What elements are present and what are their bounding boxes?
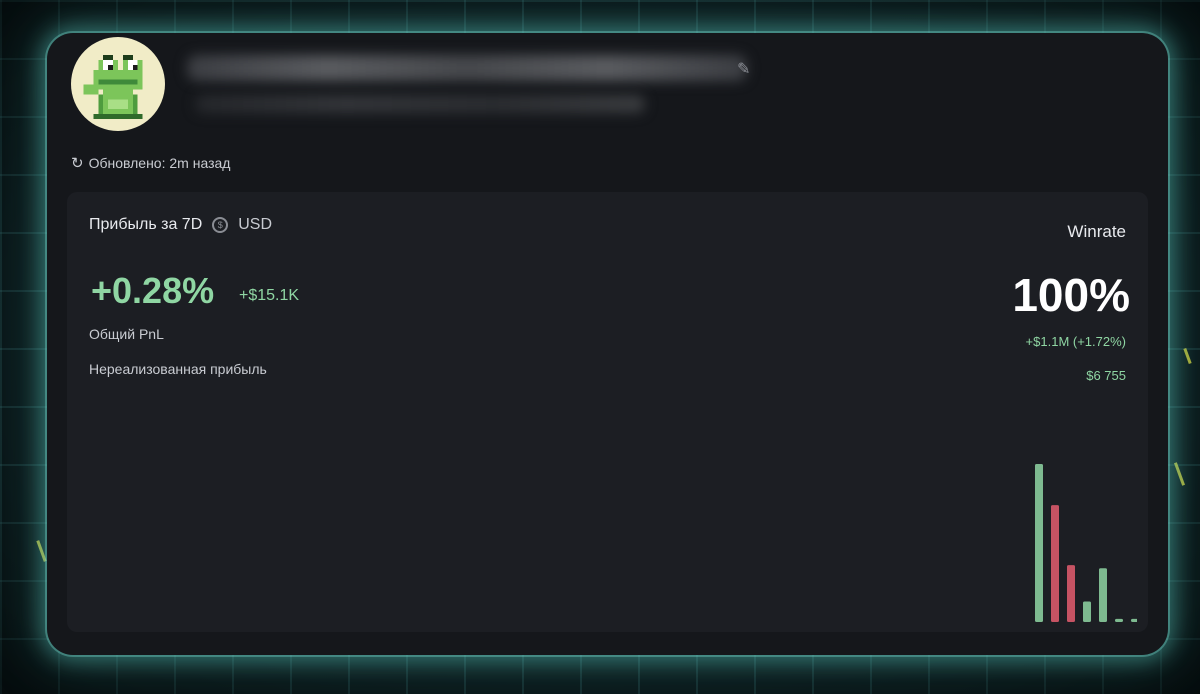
distribution-bar: [1115, 618, 1123, 622]
avatar[interactable]: [71, 37, 165, 131]
distribution-bar: [1067, 565, 1075, 622]
blurred-username: [187, 55, 747, 81]
winrate-unrealized: $6 755: [1086, 368, 1126, 383]
distribution-bar: [1035, 464, 1043, 622]
distribution-bar: [1051, 505, 1059, 622]
pnl-title-row: Прибыль за 7D $ USD: [89, 216, 272, 234]
pencil-icon[interactable]: ✎: [737, 59, 750, 79]
decorative-sparkle: [36, 540, 47, 562]
distribution-bar: [1131, 618, 1137, 622]
pixel-frog-icon: [83, 55, 143, 119]
pnl-title: Прибыль за 7D: [89, 216, 203, 233]
decorative-sparkle: [1183, 347, 1192, 365]
decorative-sparkle: [1173, 462, 1186, 486]
winrate-value: 100%: [1012, 269, 1130, 321]
unrealized-label: Нереализованная прибыль: [89, 361, 267, 377]
coin-icon[interactable]: $: [212, 217, 229, 233]
updated-text: Обновлено: 2m назад: [88, 155, 231, 171]
total-pnl-label: Общий PnL: [89, 326, 164, 342]
distribution-bar: [1099, 568, 1107, 622]
pnl-distribution-chart: [1035, 464, 1137, 622]
last-updated: ↻ Обновлено: 2m назад: [71, 154, 230, 172]
distribution-bar: [1083, 601, 1091, 622]
pnl-amount: +$15.1K: [239, 287, 300, 304]
pnl-percent: +0.28%: [91, 270, 215, 311]
winrate-label: Winrate: [1067, 222, 1126, 241]
currency-label[interactable]: USD: [238, 216, 272, 234]
winrate-total-pnl: +$1.1M (+1.72%): [1025, 334, 1126, 349]
profile-card: ✎ ↻ Обновлено: 2m назад Прибыль за 7D $ …: [47, 33, 1168, 655]
pnl-panel: Прибыль за 7D $ USD +0.28% +$15.1K Общий…: [67, 192, 1148, 632]
blurred-wallet-address: [195, 95, 645, 113]
refresh-icon[interactable]: ↻: [71, 154, 84, 172]
